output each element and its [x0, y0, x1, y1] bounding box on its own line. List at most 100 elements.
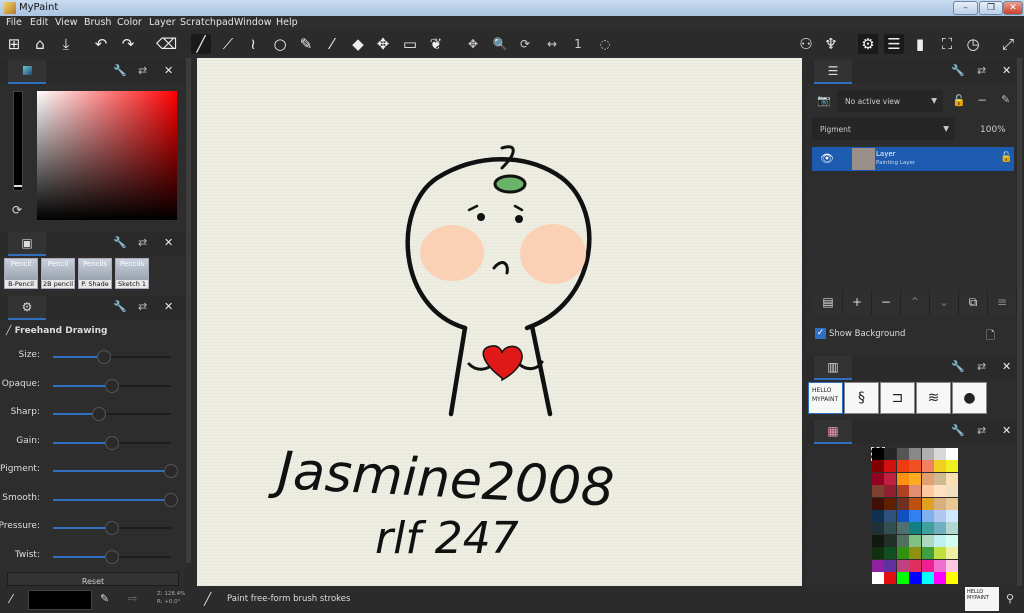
- palette-swatch[interactable]: [896, 448, 909, 460]
- move-layer-up-button[interactable]: ⌃: [901, 290, 930, 315]
- palette-swatch[interactable]: [896, 547, 909, 560]
- sketch-line-button[interactable]: ≀: [243, 34, 263, 54]
- palette-swatch[interactable]: [909, 572, 922, 584]
- palette-swatch[interactable]: [921, 547, 934, 560]
- menu-help[interactable]: Help: [276, 17, 298, 28]
- palette-swatch[interactable]: [884, 460, 897, 473]
- palette-swatch[interactable]: [872, 534, 884, 547]
- left-scrollbar[interactable]: [186, 58, 191, 563]
- swap-colors-icon[interactable]: ⟳: [12, 203, 22, 217]
- palette-swatch[interactable]: [946, 522, 959, 535]
- menu-view[interactable]: View: [55, 17, 78, 28]
- palette-swatch[interactable]: [896, 559, 909, 572]
- brush-thumb-2[interactable]: §: [844, 382, 879, 414]
- slider-knob[interactable]: [92, 407, 107, 421]
- close-panel-icon[interactable]: ✕: [1002, 360, 1011, 373]
- palette-swatch[interactable]: [946, 448, 959, 460]
- open-file-button[interactable]: ⌂: [30, 34, 50, 54]
- menu-color[interactable]: Color: [117, 17, 142, 28]
- palette-swatch[interactable]: [921, 510, 934, 522]
- lock-view-icon[interactable]: 🔓: [952, 94, 966, 107]
- slider-knob[interactable]: [105, 521, 119, 535]
- undo-button[interactable]: ↶: [91, 34, 111, 54]
- wrench-icon[interactable]: 🔧: [113, 300, 127, 313]
- menu-brush[interactable]: Brush: [84, 17, 111, 28]
- scratchpad-button[interactable]: ▮: [910, 34, 930, 54]
- wrench-icon[interactable]: 🔧: [113, 64, 127, 77]
- wrench-icon[interactable]: 🔧: [113, 236, 127, 249]
- wrench-icon[interactable]: 🔧: [951, 64, 965, 77]
- brushes-button[interactable]: ♆: [821, 34, 841, 54]
- fill-button[interactable]: ◆: [348, 34, 368, 54]
- palette-swatch[interactable]: [934, 497, 946, 510]
- palette-swatch[interactable]: [909, 547, 922, 560]
- edit-brush-icon[interactable]: ✎: [100, 592, 109, 605]
- palette-swatch[interactable]: [921, 522, 934, 535]
- brush-thumb-5[interactable]: ●: [952, 382, 987, 414]
- merge-layer-button[interactable]: ≡: [988, 290, 1017, 315]
- palette-swatch[interactable]: [909, 559, 922, 572]
- palette-swatch[interactable]: [946, 497, 959, 510]
- snapshot-icon[interactable]: 📷: [817, 94, 831, 107]
- palette-swatch[interactable]: [909, 497, 922, 510]
- maximize-button[interactable]: ❐: [979, 1, 1003, 15]
- palette-swatch[interactable]: [946, 534, 959, 547]
- palette-swatch[interactable]: [884, 448, 897, 460]
- symmetry-button[interactable]: ❦: [426, 34, 446, 54]
- setting-slider[interactable]: [53, 378, 171, 393]
- minimize-button[interactable]: –: [953, 1, 978, 15]
- palette-swatch[interactable]: [884, 522, 897, 535]
- palette-swatch[interactable]: [896, 485, 909, 498]
- wrench-icon[interactable]: 🔧: [951, 360, 965, 373]
- palette-swatch[interactable]: [921, 497, 934, 510]
- palette-swatch[interactable]: [946, 559, 959, 572]
- palette-swatch[interactable]: [946, 472, 959, 485]
- slider-knob[interactable]: [105, 435, 119, 450]
- palette-swatch[interactable]: [934, 547, 946, 560]
- brush-settings-icon[interactable]: ⚲: [1006, 592, 1014, 605]
- slider-knob[interactable]: [105, 378, 119, 393]
- detach-icon[interactable]: ⇄: [138, 64, 147, 77]
- save-button[interactable]: ⤓: [56, 34, 76, 54]
- fullscreen-button[interactable]: ⛶: [937, 34, 957, 54]
- add-layer-group-button[interactable]: ▤: [814, 290, 843, 315]
- palette-swatch[interactable]: [884, 547, 897, 560]
- palette-swatch[interactable]: [896, 534, 909, 547]
- palette-swatch[interactable]: [896, 510, 909, 522]
- palette-swatch[interactable]: [946, 460, 959, 473]
- palette-swatch[interactable]: [934, 510, 946, 522]
- show-background-checkbox[interactable]: ✓: [815, 328, 826, 339]
- setting-slider[interactable]: [53, 521, 171, 535]
- brush-preset[interactable]: Pencils P. Shade: [78, 258, 112, 289]
- brush-thumb-hello[interactable]: HELLO MYPAINT: [808, 382, 843, 414]
- brush-preset[interactable]: Pencil 2B pencil: [41, 258, 75, 289]
- setting-slider[interactable]: [53, 350, 171, 364]
- eraser-button[interactable]: ⌫: [156, 34, 177, 54]
- value-slider[interactable]: [13, 91, 23, 191]
- palette-swatch[interactable]: [909, 485, 922, 498]
- zoom-view-button[interactable]: 🔍: [490, 34, 510, 54]
- inking-button[interactable]: ⟋: [218, 34, 238, 54]
- slider-knob[interactable]: [164, 464, 178, 478]
- pen-button[interactable]: ✎: [296, 34, 316, 54]
- settings-button[interactable]: ⚙: [858, 34, 878, 54]
- palette-swatch[interactable]: [896, 497, 909, 510]
- ellipse-button[interactable]: ○: [270, 34, 290, 54]
- setting-slider[interactable]: [53, 492, 178, 507]
- close-panel-icon[interactable]: ✕: [164, 300, 173, 313]
- palette-swatch[interactable]: [909, 534, 922, 547]
- palette-swatch[interactable]: [934, 522, 946, 535]
- palette-swatch[interactable]: [921, 448, 934, 460]
- palette-swatch[interactable]: [872, 460, 884, 473]
- palette-swatch[interactable]: [884, 572, 897, 584]
- brush-lock-icon[interactable]: ⇨: [128, 592, 137, 605]
- menu-edit[interactable]: Edit: [30, 17, 48, 28]
- frame-button[interactable]: ▭: [400, 34, 420, 54]
- slider-knob[interactable]: [96, 350, 111, 364]
- menu-file[interactable]: File: [6, 17, 22, 28]
- palette-swatch[interactable]: [896, 472, 909, 485]
- close-panel-icon[interactable]: ✕: [1002, 424, 1011, 437]
- view-select[interactable]: No active view ▼: [837, 90, 943, 112]
- palette-swatch[interactable]: [934, 485, 946, 498]
- palette-swatch[interactable]: [884, 534, 897, 547]
